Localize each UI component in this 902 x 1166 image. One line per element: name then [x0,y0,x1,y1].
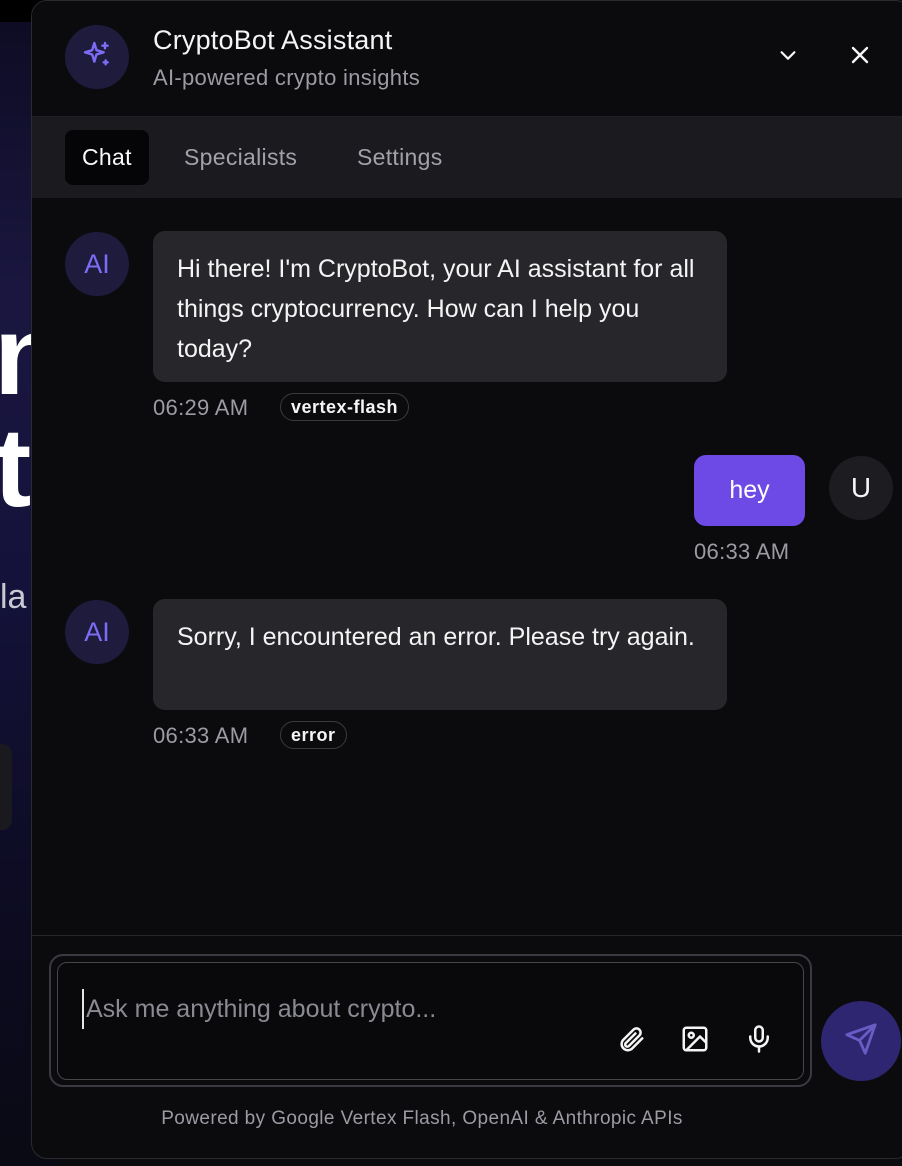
message-timestamp: 06:33 AM [153,723,249,748]
error-badge: error [280,721,347,749]
background-button[interactable] [0,744,12,830]
voice-input-button[interactable] [739,1021,779,1061]
sparkles-icon [81,39,113,76]
paperclip-icon [616,1024,646,1059]
tab-settings[interactable]: Settings [357,130,443,185]
user-message-bubble: hey [694,455,805,526]
attach-button[interactable] [611,1021,651,1061]
tab-specialists[interactable]: Specialists [184,130,297,185]
chevron-down-icon [777,44,799,71]
background-heading-line2: t [0,405,32,530]
close-icon [848,43,872,72]
composer-divider [32,935,902,936]
chat-header: CryptoBot Assistant AI-powered crypto in… [32,1,902,117]
message-timestamp: 06:33 AM [694,539,790,564]
close-button[interactable] [838,35,882,79]
background-subtext: la [0,578,27,616]
user-avatar: U [829,456,893,520]
chat-subtitle: AI-powered crypto insights [153,65,421,90]
tab-bar: Chat Specialists Settings [32,117,902,198]
model-badge: vertex-flash [280,393,410,421]
chat-title: CryptoBot Assistant [153,25,393,55]
collapse-button[interactable] [766,35,810,79]
image-upload-button[interactable] [675,1021,715,1061]
send-icon [844,1022,878,1061]
send-button[interactable] [821,1001,901,1081]
microphone-icon [744,1024,774,1059]
message-timestamp: 06:29 AM [153,395,249,420]
image-icon [680,1024,710,1059]
chat-panel: CryptoBot Assistant AI-powered crypto in… [31,0,902,1159]
ai-message-bubble: Hi there! I'm CryptoBot, your AI assista… [153,231,727,382]
ai-avatar: AI [65,600,129,664]
tab-chat[interactable]: Chat [65,130,149,185]
footer-powered-by: Powered by Google Vertex Flash, OpenAI &… [161,1108,683,1129]
bot-avatar [65,25,129,89]
message-input[interactable] [82,989,606,1029]
message-composer [57,962,804,1080]
ai-message-bubble: Sorry, I encountered an error. Please tr… [153,599,727,710]
ai-avatar: AI [65,232,129,296]
